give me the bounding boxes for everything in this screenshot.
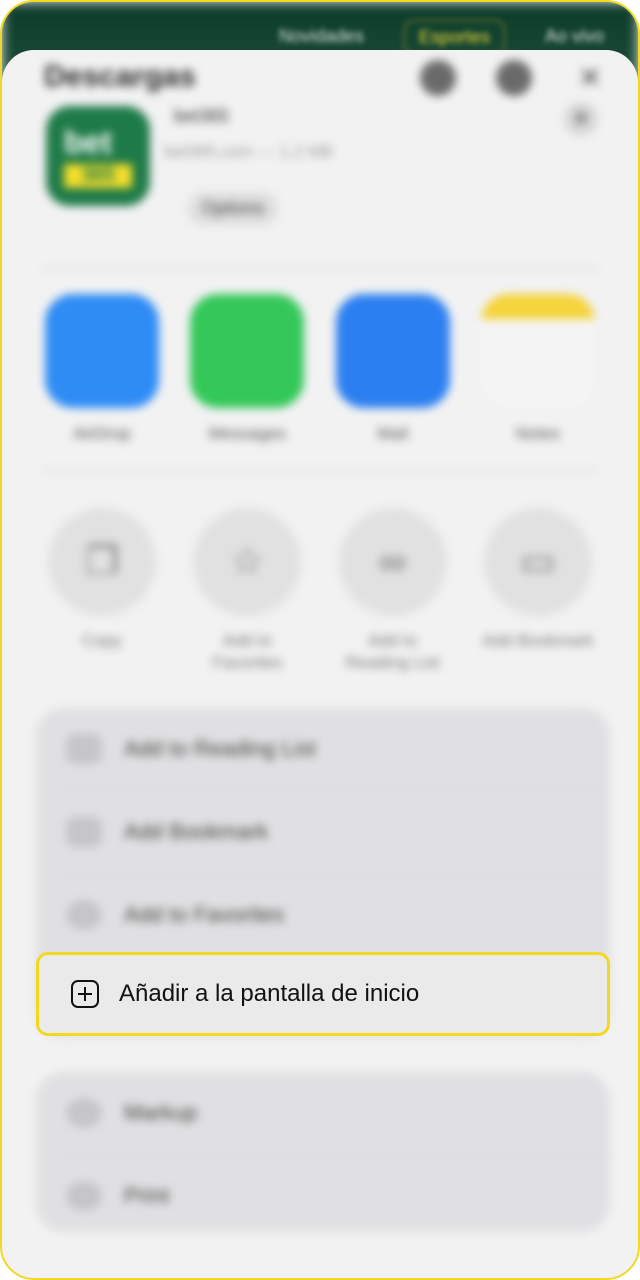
book-icon: ▭ bbox=[483, 508, 592, 616]
menu-item-markup[interactable]: Markup bbox=[36, 1072, 610, 1154]
add-to-home-screen-button[interactable]: Añadir a la pantalla de inicio bbox=[36, 952, 610, 1036]
search-icon[interactable] bbox=[496, 60, 532, 96]
add-to-home-screen-label: Añadir a la pantalla de inicio bbox=[119, 980, 420, 1007]
settings-icon[interactable] bbox=[420, 60, 456, 96]
close-icon[interactable]: ✕ bbox=[572, 60, 608, 96]
action-copy[interactable]: ❐ Copy bbox=[44, 508, 160, 674]
actions-row: ❐ Copy ☆ Add to Favorites ∞ Add to Readi… bbox=[44, 508, 596, 674]
star-icon: ☆ bbox=[193, 508, 302, 616]
action-label: Add Bookmark bbox=[482, 631, 594, 650]
action-add-to-favorites[interactable]: ☆ Add to Favorites bbox=[189, 508, 305, 674]
app-url: bet365.com — 1.2 MB bbox=[164, 142, 334, 161]
menu-item-label: Markup bbox=[124, 1100, 198, 1125]
menu-item-print[interactable]: Print bbox=[36, 1155, 610, 1237]
action-label: Add to Favorites bbox=[212, 631, 283, 672]
messages-icon bbox=[190, 294, 305, 408]
action-add-to-reading-list[interactable]: ∞ Add to Reading List bbox=[335, 508, 451, 674]
share-target-label: Messages bbox=[208, 424, 287, 443]
airdrop-icon bbox=[45, 294, 159, 408]
add-square-icon bbox=[71, 980, 99, 1008]
star-icon bbox=[66, 900, 102, 930]
share-target-label: Notes bbox=[515, 424, 561, 443]
menu-item-add-bookmark[interactable]: Add Bookmark bbox=[36, 791, 610, 873]
share-target-messages[interactable]: Messages bbox=[189, 294, 305, 444]
book-icon bbox=[66, 817, 102, 847]
share-target-label: AirDrop bbox=[73, 424, 131, 443]
menu-item-add-to-favorites[interactable]: Add to Favorites bbox=[36, 874, 610, 956]
action-label: Copy bbox=[82, 631, 122, 650]
glasses-icon bbox=[66, 734, 102, 764]
mail-icon bbox=[335, 294, 450, 408]
close-sheet-button[interactable]: ✕ bbox=[564, 102, 598, 136]
menu-item-label: Print bbox=[124, 1183, 170, 1208]
copy-icon: ❐ bbox=[48, 508, 156, 616]
menu-item-label: Add to Reading List bbox=[124, 736, 317, 761]
divider bbox=[42, 268, 598, 270]
share-target-mail[interactable]: Mail bbox=[335, 294, 451, 444]
action-add-bookmark[interactable]: ▭ Add Bookmark bbox=[480, 508, 596, 674]
share-target-airdrop[interactable]: AirDrop bbox=[44, 294, 160, 444]
markup-icon bbox=[66, 1098, 102, 1128]
menu-item-label: Add Bookmark bbox=[124, 819, 269, 844]
action-label: Add to Reading List bbox=[345, 631, 440, 672]
divider bbox=[42, 470, 598, 472]
print-icon bbox=[66, 1181, 102, 1211]
notes-icon bbox=[480, 294, 595, 408]
app-icon: bet 365 bbox=[46, 106, 150, 206]
app-name: bet365 bbox=[174, 106, 230, 126]
share-target-notes[interactable]: Notes bbox=[480, 294, 596, 444]
menu-item-add-to-reading-list[interactable]: Add to Reading List bbox=[36, 708, 610, 790]
phone-frame: Novidades Esportes Ao vivo Descargas ✕ b… bbox=[0, 0, 640, 1280]
share-target-label: Mail bbox=[377, 424, 409, 443]
sheet-header-icons: ✕ bbox=[420, 60, 608, 96]
sheet-title: Descargas bbox=[44, 60, 196, 93]
menu-item-label: Add to Favorites bbox=[124, 902, 285, 927]
glasses-icon: ∞ bbox=[338, 508, 447, 616]
options-button[interactable]: Options bbox=[188, 192, 279, 225]
share-targets-row: AirDrop Messages Mail Notes bbox=[44, 294, 596, 444]
menu-group-2: Markup Print bbox=[36, 1072, 610, 1232]
